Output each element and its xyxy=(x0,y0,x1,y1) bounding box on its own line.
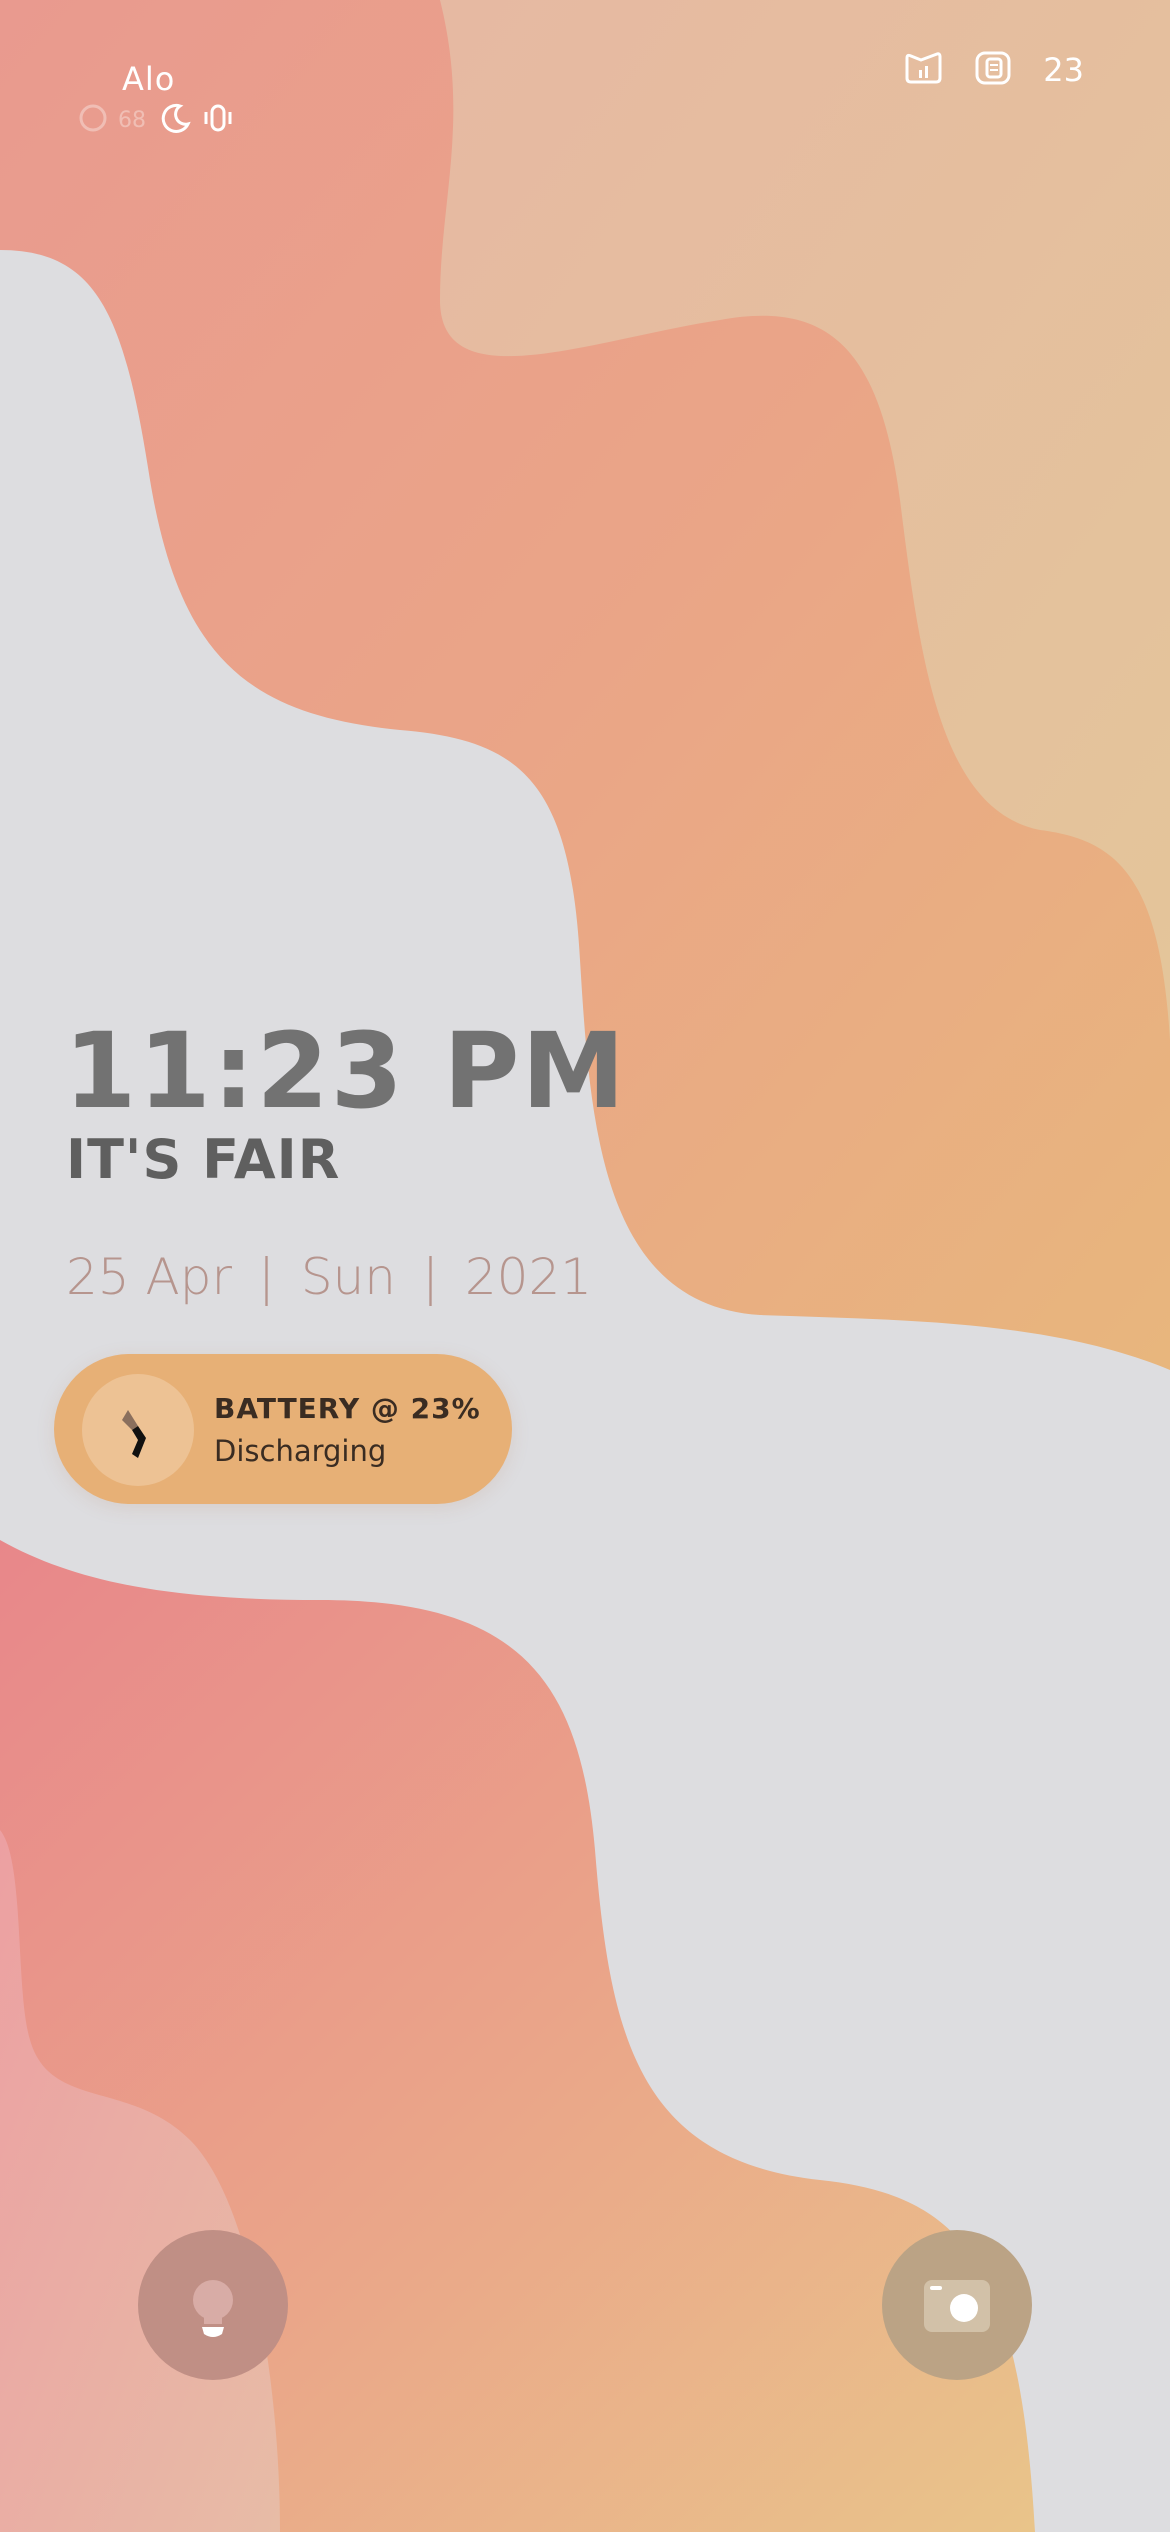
date-year: 2021 xyxy=(464,1248,593,1306)
carrier-small-icon: 68 xyxy=(118,103,150,137)
flashlight-button[interactable] xyxy=(138,2230,288,2380)
status-bar-left: Alo 68 xyxy=(78,56,238,146)
camera-icon xyxy=(924,2280,990,2332)
signal-icon xyxy=(903,50,943,90)
vibrate-icon xyxy=(202,102,234,138)
date-separator: | xyxy=(258,1248,275,1306)
carrier-label: Alo xyxy=(122,60,176,98)
date-day-month: 25 Apr xyxy=(66,1248,233,1306)
camera-button[interactable] xyxy=(882,2230,1032,2380)
date-weekday: Sun xyxy=(300,1248,396,1306)
clock-time: 11:23 PM xyxy=(64,1010,627,1132)
battery-title: BATTERY @ 23% xyxy=(214,1392,481,1425)
lightning-icon xyxy=(82,1374,194,1486)
flashlight-icon xyxy=(193,2280,233,2337)
status-number: 23 xyxy=(1043,51,1084,89)
date-separator: | xyxy=(422,1248,439,1306)
battery-widget[interactable]: BATTERY @ 23% Discharging xyxy=(54,1354,512,1504)
circle-icon xyxy=(78,103,108,137)
moon-icon xyxy=(160,102,192,138)
battery-status: Discharging xyxy=(214,1434,387,1468)
weather-status: IT'S FAIR xyxy=(66,1128,341,1191)
battery-card-icon xyxy=(973,50,1013,90)
status-bar-right: 23 xyxy=(903,50,1084,90)
svg-text:68: 68 xyxy=(118,108,146,133)
date-row: 25 Apr | Sun | 2021 xyxy=(66,1248,592,1306)
